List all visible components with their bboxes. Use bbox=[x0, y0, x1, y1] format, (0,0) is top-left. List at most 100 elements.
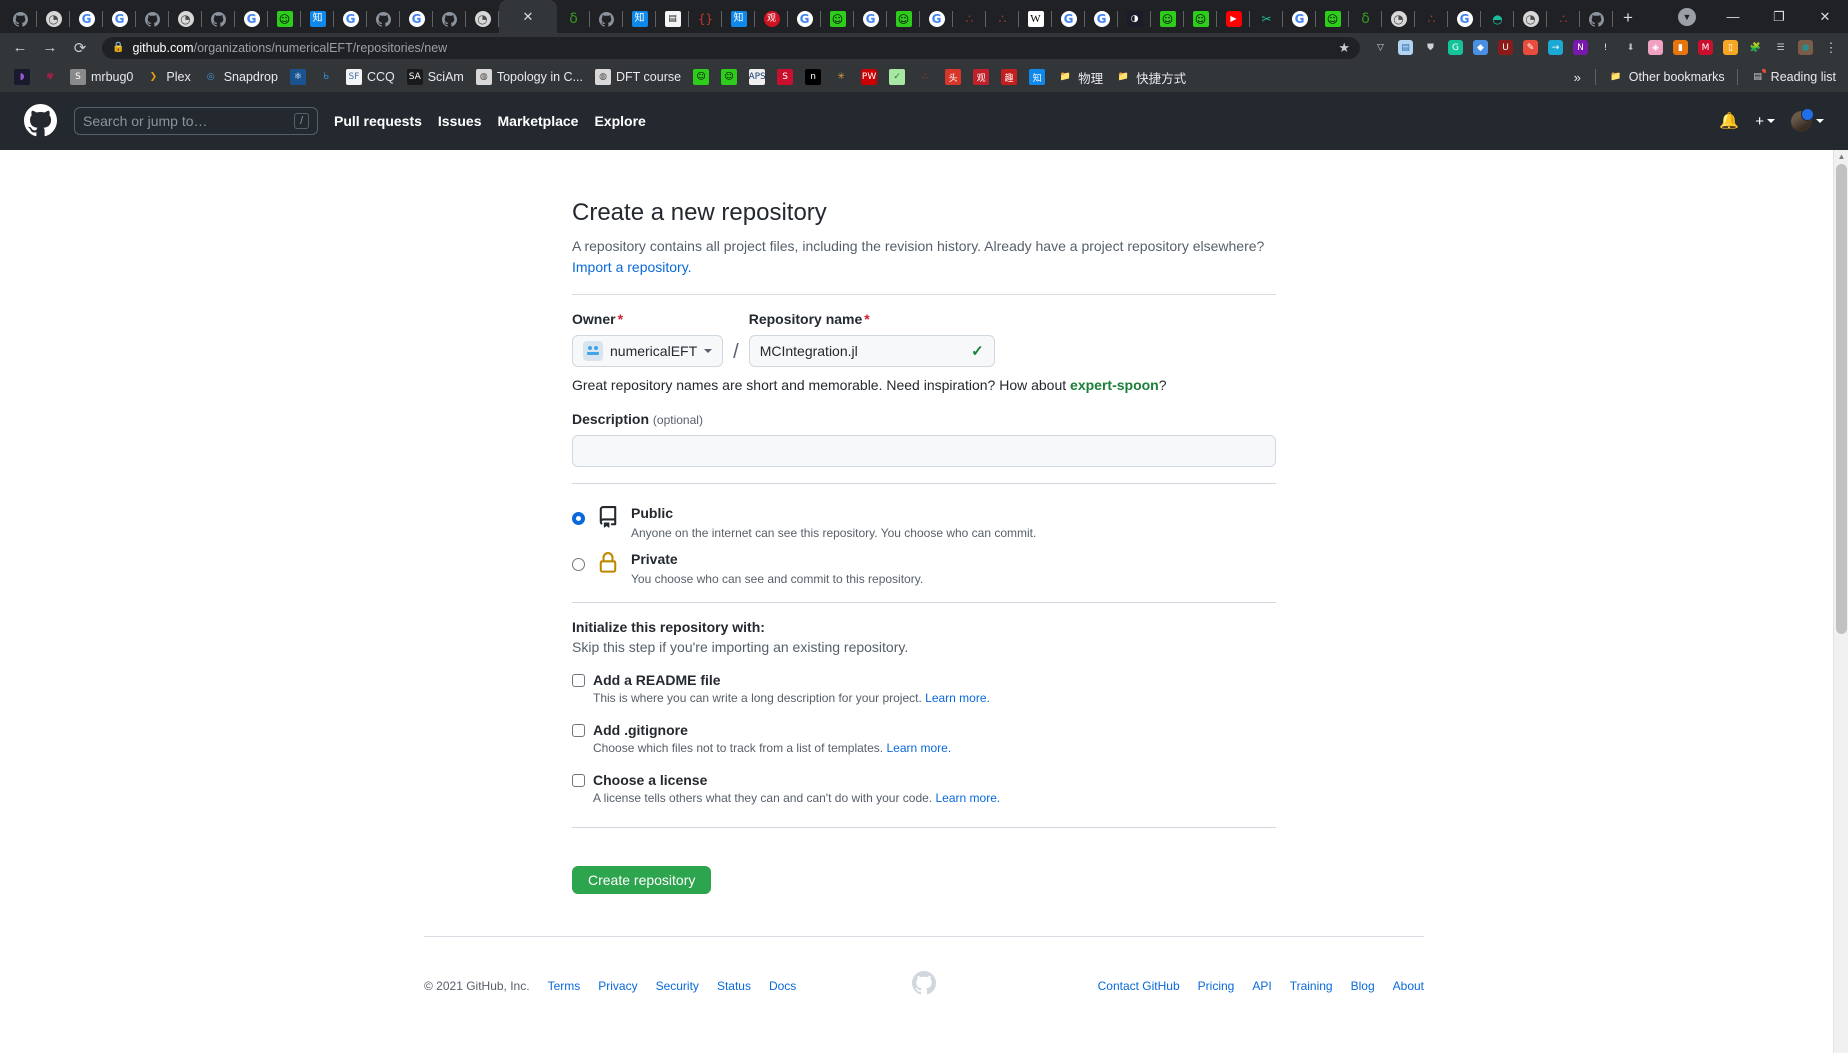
tab[interactable]: ☺ bbox=[1316, 5, 1349, 33]
bookmark-item-22[interactable]: 趣 bbox=[995, 66, 1023, 88]
nav-link-pull-requests[interactable]: Pull requests bbox=[334, 113, 422, 129]
bookmark-item-6[interactable]: ᑲ bbox=[312, 66, 340, 88]
learn-more-link[interactable]: Learn more. bbox=[936, 791, 1001, 805]
address-bar[interactable]: 🔒 github.com/organizations/numericalEFT/… bbox=[102, 36, 1360, 59]
shield-icon[interactable]: ⛊ bbox=[1418, 35, 1443, 60]
tab[interactable]: 知 bbox=[623, 5, 656, 33]
tab[interactable]: G bbox=[854, 5, 887, 33]
create-repository-button[interactable]: Create repository bbox=[572, 866, 712, 894]
tab[interactable]: ☺ bbox=[268, 5, 301, 33]
tab[interactable] bbox=[4, 5, 37, 33]
bookmark-item-16[interactable]: ✳ bbox=[827, 66, 855, 88]
mendeley-icon[interactable]: M bbox=[1693, 35, 1718, 60]
new-tab-button[interactable]: + bbox=[1623, 8, 1633, 33]
list-icon[interactable]: ☰ bbox=[1768, 35, 1793, 60]
tab[interactable]: ☺ bbox=[1151, 5, 1184, 33]
bookmark-icon[interactable]: ▮ bbox=[1668, 35, 1693, 60]
tab[interactable]: 知 bbox=[722, 5, 755, 33]
create-new-menu[interactable]: + bbox=[1755, 113, 1775, 130]
page-scrollbar[interactable]: ▲ ▼ bbox=[1833, 150, 1848, 1053]
nav-link-marketplace[interactable]: Marketplace bbox=[498, 113, 579, 129]
chrome-menu-icon[interactable]: ⋮ bbox=[1820, 40, 1842, 56]
forward-button[interactable]: → bbox=[36, 34, 64, 62]
diamond-icon[interactable]: ◆ bbox=[1468, 35, 1493, 60]
bookmark-item-ccq[interactable]: SF CCQ bbox=[340, 66, 401, 88]
tab[interactable]: G bbox=[920, 5, 953, 33]
repo-name-input[interactable]: MCIntegration.jl ✓ bbox=[748, 335, 995, 367]
onenote-icon[interactable]: N bbox=[1568, 35, 1593, 60]
owner-select[interactable]: numericalEFT bbox=[572, 335, 724, 367]
footer-link-pricing[interactable]: Pricing bbox=[1198, 979, 1235, 993]
tab[interactable]: ☺ bbox=[887, 5, 920, 33]
close-window-button[interactable]: ✕ bbox=[1802, 0, 1848, 33]
visibility-option-public[interactable]: Public Anyone on the internet can see thi… bbox=[572, 500, 1276, 540]
bookmark-item-15[interactable]: n bbox=[799, 66, 827, 88]
tab[interactable]: ∴ bbox=[953, 5, 986, 33]
tab[interactable]: ∴ bbox=[1547, 5, 1580, 33]
close-icon[interactable]: ✕ bbox=[523, 9, 534, 25]
paint-icon[interactable]: ✎ bbox=[1518, 35, 1543, 60]
tab[interactable]: G bbox=[400, 5, 433, 33]
bookmark-item-0[interactable]: ◗ bbox=[8, 66, 36, 88]
nav-link-explore[interactable]: Explore bbox=[594, 113, 645, 129]
bookmark-item-topology-in-c[interactable]: ◍ Topology in C... bbox=[470, 66, 589, 88]
profile-chip-icon[interactable]: ▼ bbox=[1678, 7, 1696, 26]
nav-link-issues[interactable]: Issues bbox=[438, 113, 482, 129]
bookmark-item-sciam[interactable]: SA SciAm bbox=[401, 66, 470, 88]
bookmark-item-1[interactable]: ✾ bbox=[36, 66, 64, 88]
footer-link-contact-github[interactable]: Contact GitHub bbox=[1098, 979, 1180, 993]
footer-link-training[interactable]: Training bbox=[1290, 979, 1333, 993]
reader-icon[interactable]: ▯ bbox=[1718, 35, 1743, 60]
footer-link-terms[interactable]: Terms bbox=[548, 979, 581, 993]
bookmark-item-14[interactable]: S bbox=[771, 66, 799, 88]
github-logo-icon[interactable] bbox=[24, 104, 58, 138]
tab[interactable]: ◔ bbox=[169, 5, 202, 33]
tab[interactable]: {} bbox=[689, 5, 722, 33]
bookmark-item-21[interactable]: 观 bbox=[967, 66, 995, 88]
tab[interactable] bbox=[202, 5, 235, 33]
bookmark-star-icon[interactable]: ★ bbox=[1338, 40, 1350, 56]
tab[interactable]: ◓ bbox=[1481, 5, 1514, 33]
footer-link-status[interactable]: Status bbox=[717, 979, 751, 993]
init-option-line[interactable]: Choose a license bbox=[572, 772, 1276, 788]
tab[interactable]: δ bbox=[1349, 5, 1382, 33]
bookmarks-overflow-button[interactable]: » bbox=[1566, 70, 1589, 85]
checkbox-1[interactable] bbox=[572, 723, 585, 737]
tab[interactable]: G bbox=[1052, 5, 1085, 33]
bookmark-item-snapdrop[interactable]: ◎ Snapdrop bbox=[197, 66, 284, 88]
reading-list-button[interactable]: ▤ Reading list bbox=[1744, 66, 1842, 88]
tab[interactable]: ☺ bbox=[821, 5, 854, 33]
tab[interactable]: G bbox=[1283, 5, 1316, 33]
init-option-line[interactable]: Add a README file bbox=[572, 672, 1276, 688]
tab[interactable]: ∴ bbox=[1415, 5, 1448, 33]
description-input[interactable] bbox=[572, 435, 1276, 467]
tab-active[interactable]: ✕ bbox=[499, 0, 557, 33]
colorful-icon[interactable]: ◈ bbox=[1643, 35, 1668, 60]
tab[interactable] bbox=[1580, 5, 1613, 33]
tab[interactable]: ◑ bbox=[1118, 5, 1151, 33]
tab[interactable]: G bbox=[1085, 5, 1118, 33]
scrollbar-thumb[interactable] bbox=[1836, 164, 1847, 634]
bookmark-item-12[interactable]: ☺ bbox=[715, 66, 743, 88]
tab[interactable]: ◔ bbox=[466, 5, 499, 33]
bookmark-item-11[interactable]: ☺ bbox=[687, 66, 715, 88]
pocket-icon[interactable]: ▽ bbox=[1368, 35, 1393, 60]
footer-link-api[interactable]: API bbox=[1252, 979, 1271, 993]
footer-link-about[interactable]: About bbox=[1393, 979, 1424, 993]
bookmark-item-5[interactable]: ⚛ bbox=[284, 66, 312, 88]
tab[interactable]: G bbox=[70, 5, 103, 33]
import-repository-link[interactable]: Import a repository. bbox=[572, 259, 692, 275]
tab[interactable]: 观 bbox=[755, 5, 788, 33]
bookmark-item-[interactable]: 📁 物理 bbox=[1051, 65, 1109, 90]
maximize-button[interactable]: ❐ bbox=[1756, 0, 1802, 33]
init-option-line[interactable]: Add .gitignore bbox=[572, 722, 1276, 738]
minimize-button[interactable]: — bbox=[1710, 0, 1756, 33]
bookmark-item-23[interactable]: 知 bbox=[1023, 66, 1051, 88]
checkbox-2[interactable] bbox=[572, 773, 585, 787]
user-menu[interactable] bbox=[1791, 107, 1824, 132]
tab[interactable] bbox=[433, 5, 466, 33]
tab[interactable]: G bbox=[235, 5, 268, 33]
tab[interactable]: ☺ bbox=[1184, 5, 1217, 33]
checkbox-0[interactable] bbox=[572, 673, 585, 687]
tab[interactable]: ▶ bbox=[1217, 5, 1250, 33]
